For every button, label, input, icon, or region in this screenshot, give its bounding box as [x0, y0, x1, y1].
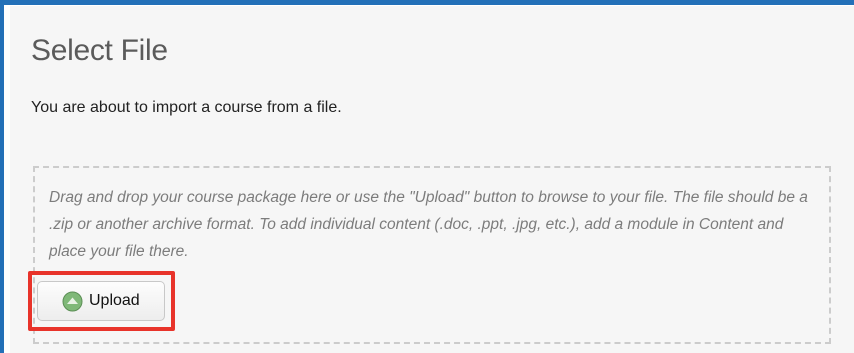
drop-instructions: Drag and drop your course package here o…: [49, 189, 808, 260]
upload-arrow-icon: [62, 291, 83, 311]
page-title: Select File: [31, 34, 168, 67]
intro-text: You are about to import a course from a …: [31, 99, 342, 116]
upload-button-label: Upload: [89, 292, 140, 309]
upload-button[interactable]: Upload: [37, 281, 165, 321]
